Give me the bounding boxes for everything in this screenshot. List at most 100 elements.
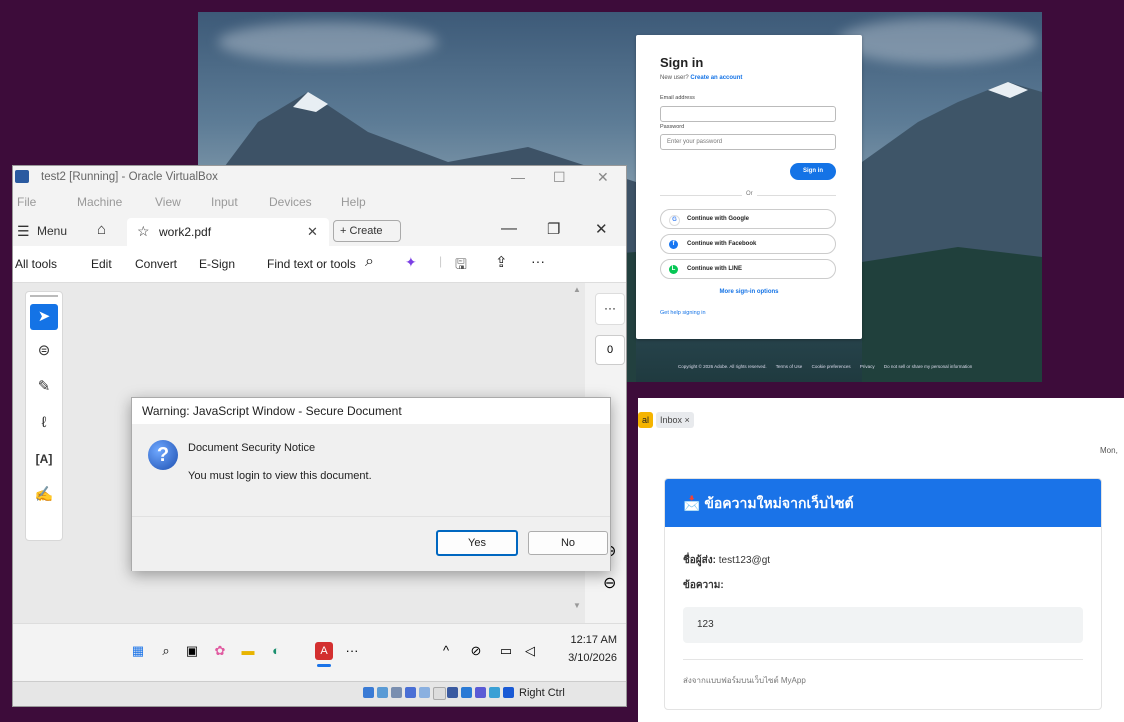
mouse-integration-status-icon[interactable] — [489, 687, 500, 698]
shared-folder-status-icon[interactable] — [433, 687, 446, 700]
more-options-icon[interactable]: ··· — [531, 253, 545, 269]
copilot-icon[interactable]: ✿ — [211, 642, 229, 660]
yes-button[interactable]: Yes — [436, 530, 518, 556]
email-content-card: 📩 ข้อความใหม่จากเว็บไซต์ ชื่อผู้ส่ง: tes… — [664, 478, 1102, 710]
scroll-down-arrow-icon[interactable]: ▼ — [573, 601, 581, 610]
signin-button[interactable]: Sign in — [790, 163, 836, 180]
audio-status-icon[interactable] — [391, 687, 402, 698]
email-divider — [683, 659, 1083, 660]
sender-label: ชื่อผู้ส่ง: — [683, 555, 716, 566]
menu-machine[interactable]: Machine — [77, 195, 122, 209]
volume-icon[interactable]: ◁ — [521, 642, 539, 660]
app-minimize-icon[interactable]: — — [501, 220, 517, 238]
highlight-pen-icon[interactable]: ✎ — [30, 374, 58, 400]
vbox-title: test2 [Running] - Oracle VirtualBox — [41, 171, 218, 183]
tool-convert[interactable]: Convert — [135, 257, 177, 271]
app-close-icon[interactable]: ✕ — [595, 220, 608, 238]
tool-esign[interactable]: E-Sign — [199, 257, 235, 271]
label-chip[interactable]: al — [638, 412, 654, 428]
tool-edit[interactable]: Edit — [91, 257, 112, 271]
menu-file[interactable]: File — [17, 195, 36, 209]
password-label: Password — [660, 124, 685, 130]
share-upload-icon[interactable]: ⇪ — [495, 253, 508, 271]
keyboard-status-icon[interactable] — [503, 687, 514, 698]
search-icon[interactable]: ⌕ — [365, 253, 374, 271]
display-status-icon[interactable] — [447, 687, 458, 698]
taskbar-search-icon[interactable]: ⌕ — [157, 642, 175, 660]
close-icon[interactable]: ✕ — [597, 166, 609, 188]
network-status-icon[interactable] — [405, 687, 416, 698]
comment-icon[interactable]: ⊜ — [30, 338, 58, 364]
email-body: ชื่อผู้ส่ง: test123@gt ข้อความ: 123 ส่งจ… — [665, 527, 1101, 687]
tab-close-icon[interactable]: ✕ — [307, 224, 318, 240]
network-offline-icon[interactable]: ⊘ — [467, 642, 485, 660]
footer-do-not-sell-link[interactable]: Do not sell or share my personal informa… — [884, 364, 972, 369]
line-signin-button[interactable]: L Continue with LINE — [660, 259, 836, 279]
menu-devices[interactable]: Devices — [269, 195, 312, 209]
signin-card: Sign in New user? Create an account Emai… — [636, 35, 862, 339]
clock-time[interactable]: 12:17 AM — [555, 634, 617, 646]
maximize-icon[interactable]: ☐ — [553, 166, 566, 188]
add-text-icon[interactable]: [A] — [30, 446, 58, 472]
find-text-tools[interactable]: Find text or tools — [267, 257, 356, 271]
app-restore-icon[interactable]: ❐ — [547, 220, 560, 238]
active-app-indicator — [317, 664, 331, 667]
vbox-statusbar: Right Ctrl — [13, 681, 626, 706]
signin-title: Sign in — [660, 55, 704, 70]
virtualbox-logo-icon — [15, 170, 29, 183]
facebook-signin-button[interactable]: f Continue with Facebook — [660, 234, 836, 254]
google-label: Continue with Google — [687, 216, 749, 222]
footer-terms-link[interactable]: Terms of Use — [776, 364, 803, 369]
taskbar-overflow-icon[interactable]: ··· — [343, 642, 361, 660]
new-user-text: New user? — [660, 75, 689, 81]
acrobat-taskbar-icon[interactable]: A — [315, 642, 333, 660]
ai-assistant-icon[interactable]: ✦ — [405, 254, 417, 271]
create-account-link[interactable]: Create an account — [690, 75, 742, 81]
task-view-icon[interactable]: ▣ — [183, 642, 201, 660]
edge-browser-icon[interactable]: ◐ — [267, 642, 285, 660]
help-signin-link[interactable]: Get help signing in — [660, 310, 706, 316]
minimize-icon[interactable]: — — [511, 166, 525, 188]
footer-privacy-link[interactable]: Privacy — [860, 364, 875, 369]
footer-cookies-link[interactable]: Cookie preferences — [812, 364, 851, 369]
home-icon[interactable]: ⌂ — [97, 221, 106, 238]
hdd-status-icon[interactable] — [363, 687, 374, 698]
more-signin-options-link[interactable]: More sign-in options — [636, 289, 862, 295]
vtx-status-icon[interactable] — [475, 687, 486, 698]
windows-start-icon[interactable]: ▦ — [129, 642, 147, 660]
page-number-field[interactable]: 0 — [595, 335, 625, 365]
footer-copyright: Copyright © 2026 Adobe. All rights reser… — [678, 364, 767, 369]
password-field[interactable]: Enter your password — [660, 134, 836, 150]
dialog-title: Warning: JavaScript Window - Secure Docu… — [132, 398, 610, 424]
star-icon[interactable]: ☆ — [137, 223, 150, 240]
no-button[interactable]: No — [528, 531, 608, 555]
menu-help[interactable]: Help — [341, 195, 366, 209]
save-icon[interactable]: 🖫 — [455, 254, 467, 278]
select-cursor-icon[interactable]: ➤ — [30, 304, 58, 330]
optical-status-icon[interactable] — [377, 687, 388, 698]
menu-view[interactable]: View — [155, 195, 181, 209]
file-explorer-icon[interactable]: ▬ — [239, 642, 257, 660]
google-signin-button[interactable]: G Continue with Google — [660, 209, 836, 229]
create-button[interactable]: + Create — [333, 220, 401, 242]
more-panel-icon[interactable]: ··· — [595, 293, 625, 325]
menu-label[interactable]: Menu — [37, 224, 67, 238]
hamburger-icon[interactable]: ☰ — [17, 223, 30, 240]
inbox-tag[interactable]: Inbox × — [656, 412, 694, 428]
usb-status-icon[interactable] — [419, 687, 430, 698]
email-field[interactable] — [660, 106, 836, 122]
tray-chevron-icon[interactable]: ^ — [437, 642, 455, 660]
draw-freehand-icon[interactable]: ℓ — [30, 410, 58, 436]
display-icon[interactable]: ▭ — [497, 642, 515, 660]
sign-icon[interactable]: ✍ — [30, 482, 58, 508]
clock-date[interactable]: 3/10/2026 — [555, 652, 617, 664]
tool-all-tools[interactable]: All tools — [15, 257, 57, 271]
zoom-out-icon[interactable]: ⊖ — [603, 573, 616, 593]
panel-grip[interactable] — [30, 295, 58, 297]
create-label: Create — [349, 225, 383, 237]
scroll-up-arrow-icon[interactable]: ▲ — [573, 285, 581, 294]
menu-input[interactable]: Input — [211, 195, 238, 209]
document-tab[interactable]: ☆ work2.pdf ✕ — [127, 218, 329, 246]
question-icon: ? — [148, 440, 178, 470]
recording-status-icon[interactable] — [461, 687, 472, 698]
